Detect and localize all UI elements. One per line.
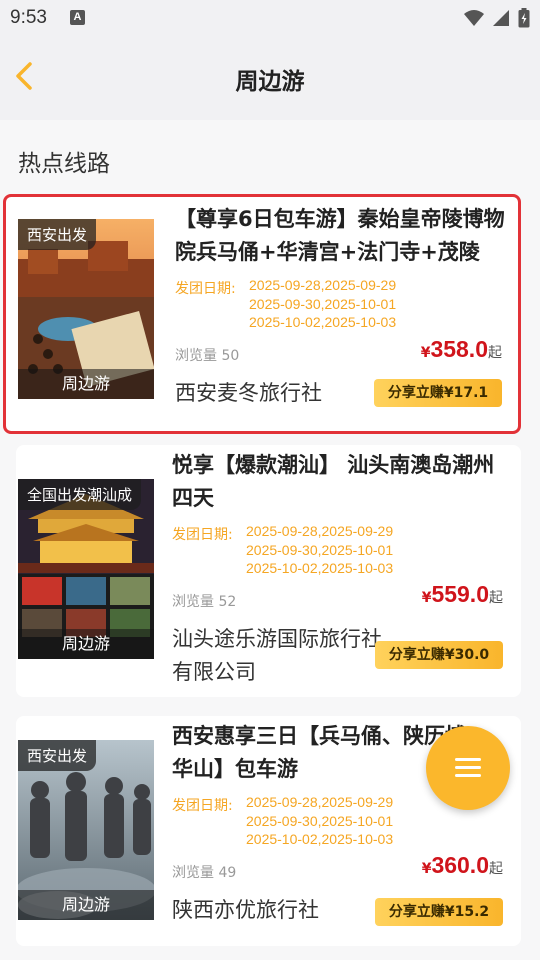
share-earn-button[interactable]: 分享立赚¥17.1 bbox=[374, 379, 502, 407]
price-suffix: 起 bbox=[488, 345, 502, 361]
date-label: 发团日期: bbox=[172, 798, 233, 814]
departure-tag: 西安出发 bbox=[18, 219, 97, 250]
date-item: 2025-10-02,2025-10-03 bbox=[246, 831, 394, 847]
date-label: 发团日期: bbox=[172, 527, 233, 543]
view-count: 浏览量 50 bbox=[175, 348, 240, 364]
date-list: 2025-09-28,2025-09-29 2025-09-30,2025-10… bbox=[246, 793, 393, 849]
currency-symbol: ¥ bbox=[421, 861, 432, 877]
menu-icon bbox=[455, 774, 481, 777]
date-item: 2025-09-30,2025-10-01 bbox=[246, 541, 394, 558]
date-label: 发团日期: bbox=[175, 281, 236, 297]
share-earn-button[interactable]: 分享立赚¥30.0 bbox=[375, 641, 503, 669]
date-item: 2025-09-28,2025-09-29 bbox=[249, 277, 397, 293]
menu-icon bbox=[455, 758, 481, 761]
route-thumbnail: 西安出发 周边游 bbox=[18, 740, 154, 920]
route-title: 悦享【爆款潮汕】 汕头南澳岛潮州四天 bbox=[172, 453, 495, 510]
app-header: 周边游 bbox=[0, 38, 540, 120]
date-item: 2025-09-30,2025-10-01 bbox=[249, 295, 397, 312]
price-value: 358.0 bbox=[430, 336, 488, 362]
view-count: 浏览量 49 bbox=[172, 865, 237, 881]
price-value: 559.0 bbox=[431, 581, 489, 607]
date-item: 2025-09-28,2025-09-29 bbox=[246, 523, 394, 539]
date-list: 2025-09-28,2025-09-29 2025-09-30,2025-10… bbox=[249, 276, 396, 332]
status-bar: 9:53 A bbox=[0, 0, 540, 38]
page-title: 周边游 bbox=[235, 69, 305, 95]
status-time: 9:53 bbox=[10, 7, 47, 28]
route-thumbnail: 西安出发 周边游 bbox=[18, 219, 154, 399]
share-earn-button[interactable]: 分享立赚¥15.2 bbox=[375, 898, 503, 926]
route-card[interactable]: 全国出发潮汕成 周边游 悦享【爆款潮汕】 汕头南澳岛潮州四天 发团日期: 202… bbox=[16, 445, 521, 697]
route-thumbnail: 全国出发潮汕成 周边游 bbox=[18, 479, 154, 659]
price: ¥559.0起 bbox=[422, 581, 503, 608]
departure-tag: 西安出发 bbox=[18, 740, 97, 771]
route-list-panel: 热点线路 西安出发 周边游 【尊享6日包车游】秦始皇帝陵博物院兵马俑+华清宫+法… bbox=[0, 120, 540, 960]
date-item: 2025-10-02,2025-10-03 bbox=[249, 314, 397, 330]
date-item: 2025-09-28,2025-09-29 bbox=[246, 794, 394, 810]
agency-name: 西安麦冬旅行社 bbox=[175, 381, 322, 405]
price-value: 360.0 bbox=[431, 852, 489, 878]
menu-fab[interactable] bbox=[426, 726, 510, 810]
currency-symbol: ¥ bbox=[421, 590, 432, 606]
section-title: 热点线路 bbox=[18, 151, 110, 177]
category-label: 周边游 bbox=[18, 629, 154, 659]
view-count: 浏览量 52 bbox=[172, 594, 237, 610]
price: ¥360.0起 bbox=[422, 852, 503, 879]
agency-name: 汕头途乐游国际旅行社有限公司 bbox=[172, 627, 382, 684]
category-label: 周边游 bbox=[18, 369, 154, 399]
date-list: 2025-09-28,2025-09-29 2025-09-30,2025-10… bbox=[246, 522, 393, 578]
date-item: 2025-09-30,2025-10-01 bbox=[246, 812, 394, 829]
battery-icon bbox=[518, 8, 530, 28]
price-suffix: 起 bbox=[489, 590, 503, 606]
agency-name: 陕西亦优旅行社 bbox=[172, 898, 319, 922]
currency-symbol: ¥ bbox=[420, 345, 431, 361]
menu-icon bbox=[455, 766, 481, 769]
route-title: 【尊享6日包车游】秦始皇帝陵博物院兵马俑+华清宫+法门寺+茂陵 bbox=[175, 207, 505, 264]
notification-icon: A bbox=[70, 10, 85, 25]
price: ¥358.0起 bbox=[421, 336, 502, 363]
category-label: 周边游 bbox=[18, 890, 154, 920]
date-item: 2025-10-02,2025-10-03 bbox=[246, 560, 394, 576]
signal-icon bbox=[493, 10, 509, 26]
departure-tag: 全国出发潮汕成 bbox=[18, 479, 142, 510]
price-suffix: 起 bbox=[489, 861, 503, 877]
wifi-icon bbox=[464, 10, 484, 26]
route-card[interactable]: 西安出发 周边游 【尊享6日包车游】秦始皇帝陵博物院兵马俑+华清宫+法门寺+茂陵… bbox=[3, 194, 521, 434]
